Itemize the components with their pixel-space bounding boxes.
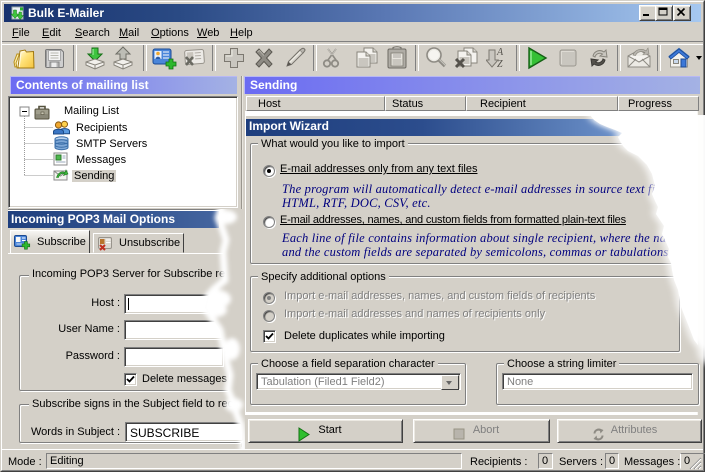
svg-text:A: A bbox=[496, 47, 504, 58]
